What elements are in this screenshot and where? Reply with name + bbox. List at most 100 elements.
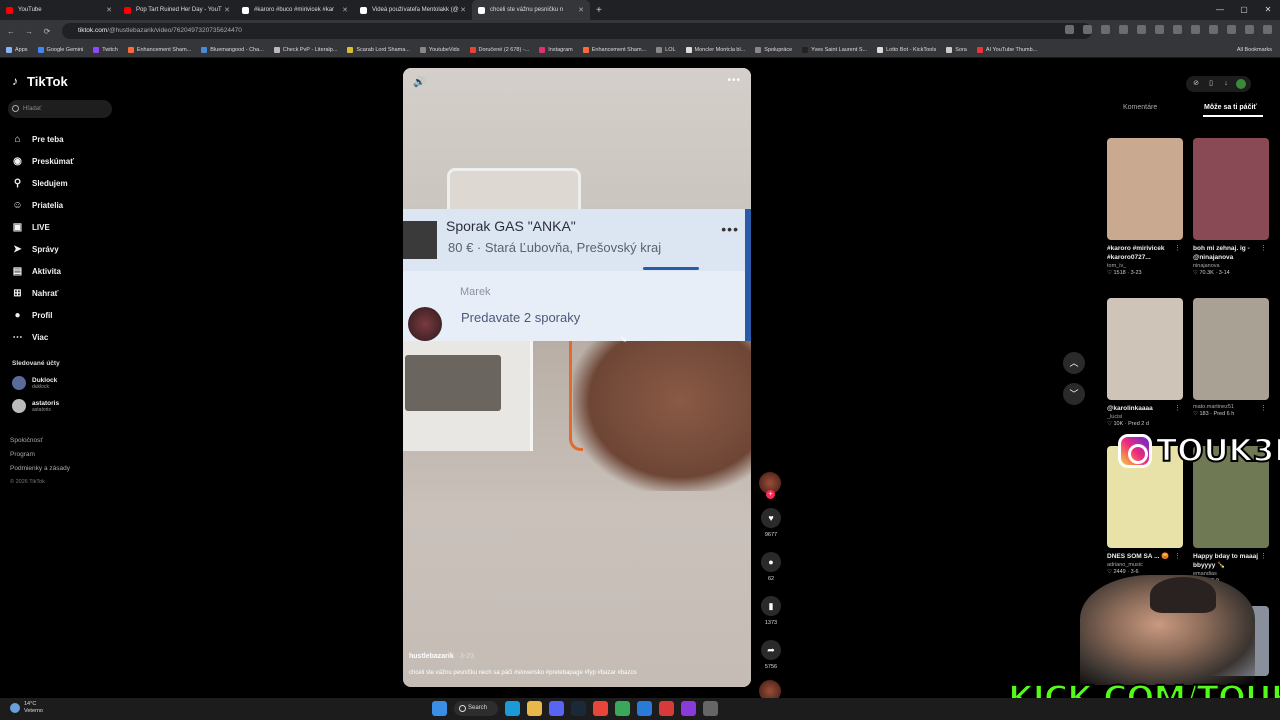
sidebar-item-správy[interactable]: ➤ Správy (12, 238, 74, 260)
app-icon-red[interactable] (659, 701, 674, 716)
bookmark-item[interactable]: Yves Saint Laurent S... (802, 46, 867, 53)
sidebar-item-nahrať[interactable]: ⊞ Nahrať (12, 282, 74, 304)
bookmark-item[interactable]: Lotto Bot - KickTools (877, 46, 936, 53)
maximize-button[interactable]: ▢ (1232, 0, 1256, 20)
card-more-icon[interactable]: ⋮ (1174, 404, 1181, 412)
card-user[interactable]: mato.martinez51 (1193, 404, 1269, 410)
extension-icon[interactable] (1227, 25, 1236, 34)
bookmark-item[interactable]: Enhancement Sham... (582, 46, 646, 53)
author-avatar[interactable]: + (759, 472, 781, 499)
card-more-icon[interactable]: ⋮ (1260, 244, 1267, 252)
bookmark-icon[interactable]: ▮ (761, 596, 781, 616)
card-more-icon[interactable]: ⋮ (1174, 552, 1181, 560)
bookmark-item[interactable]: Check PvP - Literalp... (273, 46, 337, 53)
bookmark-item[interactable]: Sora (946, 46, 967, 53)
extension-icon[interactable] (1245, 25, 1254, 34)
sidebar-item-preskúmať[interactable]: ◉ Preskúmať (12, 150, 74, 172)
extension-icon[interactable] (1209, 25, 1218, 34)
share-icon[interactable]: ➦ (761, 640, 781, 660)
filter-icon[interactable]: ⊘ (1191, 79, 1201, 89)
minimize-button[interactable]: — (1208, 0, 1232, 20)
file-explorer-icon[interactable] (527, 701, 542, 716)
discord-icon[interactable] (549, 701, 564, 716)
back-button[interactable]: ← (4, 27, 18, 36)
save-action[interactable]: ▮ 1373 (759, 596, 783, 626)
close-tab-icon[interactable]: ✕ (460, 6, 466, 14)
browser-tab[interactable]: YouTube ✕ (0, 0, 118, 20)
device-icon[interactable]: ▯ (1206, 79, 1216, 89)
windows-start-icon[interactable] (432, 701, 447, 716)
bookmark-item[interactable]: Enhancement Sham... (127, 46, 191, 53)
reload-button[interactable]: ⟳ (40, 27, 54, 36)
app-icon-blue[interactable] (637, 701, 652, 716)
bookmark-item[interactable]: Moncler Montcla bl... (685, 46, 745, 53)
bookmark-item[interactable]: Bluemangood - Cha... (201, 46, 264, 53)
sidebar-item-pre-teba[interactable]: ⌂ Pre teba (12, 128, 74, 150)
sidebar-item-profil[interactable]: ● Profil (12, 304, 74, 326)
footer-link[interactable]: Program (10, 451, 70, 465)
video-more-icon[interactable]: ••• (727, 75, 741, 86)
share-action[interactable]: ➦ 5756 (759, 640, 783, 670)
video-player[interactable]: Sporak GAS "ANKA" 80 € · Stará Ľubovňa, … (403, 68, 751, 687)
followed-account[interactable]: astatoris astatoris (12, 399, 59, 413)
heart-icon[interactable]: ♥ (761, 508, 781, 528)
tab-comments[interactable]: Komentáre (1123, 104, 1157, 111)
bookmark-item[interactable]: Google Gemini (37, 46, 83, 53)
close-tab-icon[interactable]: ✕ (578, 6, 584, 14)
app-icon-purple[interactable] (681, 701, 696, 716)
like-action[interactable]: ♥ 9677 (759, 508, 783, 538)
extension-icon[interactable] (1083, 25, 1092, 34)
new-tab-button[interactable]: + (596, 5, 602, 16)
comment-action[interactable]: ● 62 (759, 552, 783, 582)
bookmark-item[interactable]: Scarab Lord Shama... (347, 46, 410, 53)
extension-icon[interactable] (1173, 25, 1182, 34)
card-user[interactable]: adriano_music (1107, 562, 1183, 568)
weather-widget[interactable]: 14°C Veterno (10, 701, 43, 715)
video-author[interactable]: hustlebazarik · 3-23 (409, 653, 474, 660)
extension-icon[interactable] (1101, 25, 1110, 34)
card-more-icon[interactable]: ⋮ (1174, 244, 1181, 252)
extension-icon[interactable] (1137, 25, 1146, 34)
volume-icon[interactable]: 🔊 (413, 77, 425, 88)
user-avatar[interactable] (1236, 79, 1246, 89)
suggested-video-card[interactable]: #karoro #mirivicek #karoro0727... tom_iv_… (1107, 138, 1183, 276)
bookmark-item[interactable]: Instagram (539, 46, 573, 53)
extension-icon[interactable] (1119, 25, 1128, 34)
chrome-icon[interactable] (593, 701, 608, 716)
footer-link[interactable]: Podmienky a zásady (10, 465, 70, 479)
follow-plus-icon[interactable]: + (766, 490, 775, 499)
tiktok-logo[interactable]: ♪ TikTok (12, 74, 68, 89)
card-user[interactable]: _lucisi (1107, 414, 1183, 420)
bookmark-item[interactable]: YoutubeVids (419, 46, 460, 53)
close-tab-icon[interactable]: ✕ (106, 6, 112, 14)
extension-icon[interactable] (1263, 25, 1272, 34)
extension-icon[interactable] (1065, 25, 1074, 34)
taskbar-search[interactable]: Search (454, 701, 498, 716)
app-icon-gray[interactable] (703, 701, 718, 716)
bookmark-item[interactable]: Twitch (93, 46, 118, 53)
card-more-icon[interactable]: ⋮ (1260, 552, 1267, 560)
download-icon[interactable]: ↓ (1221, 79, 1231, 89)
bookmark-item[interactable]: Apps (6, 46, 28, 53)
bookmark-item[interactable]: Spolupráce (755, 46, 792, 53)
steam-icon[interactable] (571, 701, 586, 716)
previous-video-button[interactable]: ︿ (1063, 352, 1085, 374)
card-user[interactable]: ninajanova (1193, 263, 1269, 269)
sidebar-item-sledujem[interactable]: ⚲ Sledujem (12, 172, 74, 194)
tab-suggested[interactable]: Môže sa ti páčiť (1204, 104, 1257, 111)
video-thumbnail[interactable] (1107, 138, 1183, 240)
browser-tab[interactable]: Pop Tart Ruined Her Day - YouT ✕ (118, 0, 236, 20)
suggested-video-card[interactable]: mato.martinez51 ♡ 183 · Pred 6 h ⋮ (1193, 298, 1269, 417)
sidebar-item-live[interactable]: ▣ LIVE (12, 216, 74, 238)
close-tab-icon[interactable]: ✕ (224, 6, 230, 14)
bookmark-item[interactable]: Doručené (2 678) -... (469, 46, 529, 53)
sidebar-item-viac[interactable]: ⋯ Viac (12, 326, 74, 348)
video-thumbnail[interactable] (1193, 138, 1269, 240)
video-thumbnail[interactable] (1107, 298, 1183, 400)
comment-icon[interactable]: ● (761, 552, 781, 572)
bookmark-item[interactable]: AI YouTube Thumb... (976, 46, 1037, 53)
suggested-video-card[interactable]: boh mi zehnaj. ig - @ninajanova ninajanov… (1193, 138, 1269, 276)
card-user[interactable]: tom_iv_ (1107, 263, 1183, 269)
extension-icon[interactable] (1155, 25, 1164, 34)
app-icon-green[interactable] (615, 701, 630, 716)
